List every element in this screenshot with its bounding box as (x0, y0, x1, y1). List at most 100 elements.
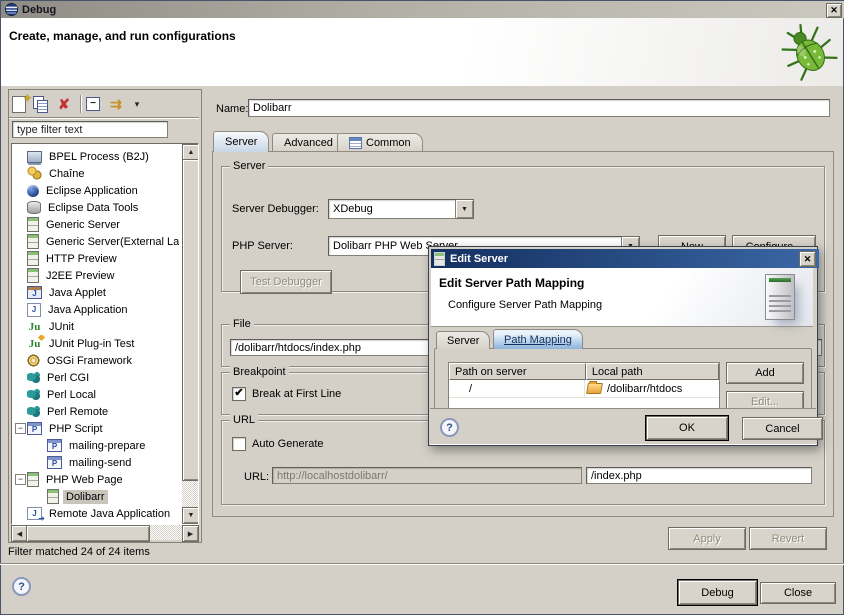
tab-advanced[interactable]: Advanced (272, 133, 345, 152)
tree-expander-icon[interactable] (14, 388, 27, 401)
tree-expander-icon[interactable] (14, 167, 27, 180)
edit-server-titlebar[interactable]: Edit Server ✕ (431, 249, 819, 268)
toolbar-icon[interactable] (107, 95, 125, 113)
scroll-down-button[interactable]: ▼ (182, 507, 199, 524)
toolbar-icon[interactable] (86, 97, 100, 111)
revert-button[interactable]: Revert (749, 527, 827, 550)
cancel-button-label: Cancel (765, 423, 799, 435)
tree-item-icon (27, 268, 39, 283)
tree-expander-icon[interactable] (14, 473, 27, 486)
tree-expander-icon[interactable] (34, 490, 47, 503)
filter-input[interactable] (12, 121, 168, 138)
tree-item[interactable]: Eclipse Data Tools (14, 199, 179, 216)
url-path-input[interactable] (586, 467, 812, 484)
config-name-input[interactable] (248, 99, 830, 117)
ok-button[interactable]: OK (646, 416, 728, 440)
tree-expander-icon[interactable] (14, 303, 27, 316)
tree-item[interactable]: mailing-prepare (14, 437, 179, 454)
tree-expander-icon[interactable] (14, 320, 27, 333)
window-titlebar[interactable]: Debug (1, 1, 844, 19)
dialog-help-button[interactable]: ? (440, 418, 459, 437)
tree-vscrollbar[interactable]: ▲ ▼ (182, 144, 198, 522)
tree-expander-icon[interactable] (14, 354, 27, 367)
hscroll-thumb[interactable] (26, 525, 150, 542)
tree-item[interactable]: Dolibarr (14, 488, 179, 505)
tree-expander-icon[interactable] (14, 507, 27, 520)
tree-expander-icon[interactable] (14, 235, 27, 248)
tree-expander-icon[interactable] (14, 184, 27, 197)
toolbar-icon[interactable] (55, 95, 73, 113)
tree-expander-icon[interactable] (34, 439, 47, 452)
window-close-button[interactable]: ✕ (826, 3, 842, 18)
tree-item[interactable]: Chaîne (14, 165, 179, 182)
tree-expander-icon[interactable] (14, 286, 27, 299)
tree-item-icon (27, 336, 42, 351)
tree-item[interactable]: BPEL Process (B2J) (14, 148, 179, 165)
server-debugger-combo[interactable]: XDebug ▼ (328, 199, 474, 219)
tree-expander-icon[interactable] (14, 218, 27, 231)
tree-toolbar (12, 94, 149, 114)
test-debugger-button[interactable]: Test Debugger (240, 270, 332, 294)
apply-button[interactable]: Apply (668, 527, 746, 550)
tree-item[interactable]: PHP Web Page (14, 471, 179, 488)
tree-item-label: Chaîne (46, 167, 87, 181)
tree-item[interactable]: Generic Server(External La (14, 233, 179, 250)
server-debugger-label: Server Debugger: (232, 203, 319, 215)
vscroll-thumb[interactable] (182, 159, 199, 481)
toolbar-icon[interactable] (33, 96, 48, 112)
toolbar-icon[interactable] (132, 95, 142, 113)
close-button[interactable]: Close (760, 582, 836, 604)
table-icon (349, 137, 362, 149)
server-group-title: Server (230, 160, 268, 172)
tree-item[interactable]: Eclipse Application (14, 182, 179, 199)
cancel-button[interactable]: Cancel (742, 417, 823, 440)
tree-item[interactable]: Remote Java Application (14, 505, 179, 522)
tree-item[interactable]: OSGi Framework (14, 352, 179, 369)
column-header-path-on-server[interactable]: Path on server (449, 363, 586, 380)
tree-item[interactable]: Java Application (14, 301, 179, 318)
revert-button-label: Revert (772, 533, 804, 545)
tree-item[interactable]: Perl CGI (14, 369, 179, 386)
column-header-local-path[interactable]: Local path (586, 363, 719, 380)
scroll-right-button[interactable]: ▶ (182, 525, 199, 542)
tab-server[interactable]: Server (213, 131, 269, 152)
dialog-tab-server[interactable]: Server (436, 331, 490, 349)
tree-item[interactable]: JUnit (14, 318, 179, 335)
add-mapping-button[interactable]: Add (726, 362, 804, 384)
tree-item[interactable]: Generic Server (14, 216, 179, 233)
tree-item[interactable]: Perl Local (14, 386, 179, 403)
tree-item-icon (27, 185, 39, 197)
tree-expander-icon[interactable] (14, 371, 27, 384)
tree-hscrollbar[interactable]: ◀ ▶ (11, 525, 197, 540)
auto-generate-checkbox[interactable] (232, 437, 246, 451)
toolbar-icon[interactable] (80, 95, 82, 113)
dialog-close-button[interactable]: ✕ (799, 251, 816, 267)
help-button[interactable]: ? (12, 577, 31, 596)
tree-expander-icon[interactable] (34, 456, 47, 469)
debug-button[interactable]: Debug (678, 580, 757, 605)
tree-expander-icon[interactable] (14, 422, 27, 435)
debug-beetle-icon (779, 20, 839, 85)
tab-common[interactable]: Common (337, 133, 423, 152)
tree-expander-icon[interactable] (14, 252, 27, 265)
tree-expander-icon[interactable] (14, 201, 27, 214)
table-row[interactable]: / /dolibarr/htdocs (449, 380, 719, 398)
toolbar-icon[interactable] (12, 96, 26, 113)
url-base-input[interactable] (272, 467, 582, 484)
tree-expander-icon[interactable] (14, 150, 27, 163)
break-first-line-checkbox[interactable]: ✔ (232, 387, 246, 401)
tree-item[interactable]: JUnit Plug-in Test (14, 335, 179, 352)
tree-item[interactable]: Java Applet (14, 284, 179, 301)
tree-item-icon (27, 217, 39, 232)
tree-item[interactable]: Perl Remote (14, 403, 179, 420)
tree-expander-icon[interactable] (14, 269, 27, 282)
tree-item[interactable]: mailing-send (14, 454, 179, 471)
tree-expander-icon[interactable] (14, 405, 27, 418)
tree-item[interactable]: HTTP Preview (14, 250, 179, 267)
tree-item[interactable]: PHP Script (14, 420, 179, 437)
dialog-tab-path-mapping[interactable]: Path Mapping (493, 329, 583, 349)
tree-item[interactable]: J2EE Preview (14, 267, 179, 284)
dialog-tab-server-label: Server (447, 335, 479, 347)
tree-expander-icon[interactable] (14, 337, 27, 350)
chevron-down-icon[interactable]: ▼ (456, 199, 474, 219)
